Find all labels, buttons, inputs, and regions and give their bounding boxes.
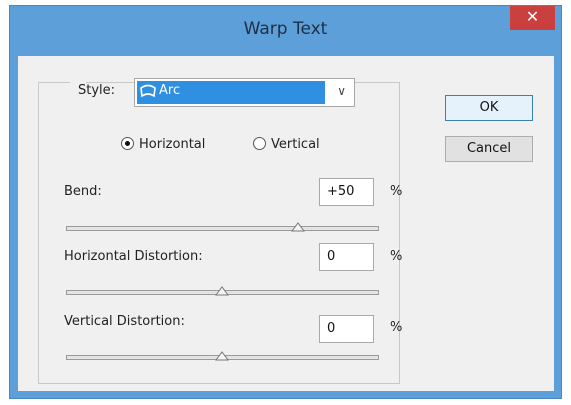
warp-text-dialog: Warp Text ✕ Style: Arc ∨ Horizontal Vert… (9, 5, 562, 399)
bend-input[interactable]: +50 (319, 178, 374, 206)
cancel-button[interactable]: Cancel (445, 136, 533, 162)
horizontal-distortion-label: Horizontal Distortion: (64, 249, 203, 264)
close-button[interactable]: ✕ (510, 6, 555, 30)
vertical-distortion-label: Vertical Distortion: (64, 314, 185, 329)
ok-button[interactable]: OK (445, 95, 533, 121)
vertical-distortion-slider-thumb[interactable] (215, 351, 229, 361)
bend-unit: % (390, 184, 403, 199)
radio-horizontal-label: Horizontal (139, 137, 206, 152)
radio-vertical[interactable]: Vertical (253, 137, 320, 152)
radio-horizontal-indicator[interactable] (121, 137, 134, 150)
radio-horizontal[interactable]: Horizontal (121, 137, 205, 152)
vertical-distortion-input[interactable]: 0 (319, 315, 374, 343)
vertical-distortion-unit: % (390, 320, 403, 335)
radio-vertical-indicator[interactable] (253, 137, 266, 150)
horizontal-distortion-unit: % (390, 249, 403, 264)
arc-icon (140, 84, 156, 98)
style-select[interactable]: Arc ∨ (134, 78, 355, 107)
dialog-body: Style: Arc ∨ Horizontal Vertical Bend: +… (18, 56, 554, 391)
style-value: Arc (159, 83, 181, 98)
chevron-down-icon[interactable]: ∨ (337, 84, 346, 98)
style-row: Style: Arc ∨ (70, 78, 355, 108)
horizontal-distortion-input[interactable]: 0 (319, 243, 374, 271)
vertical-distortion-slider[interactable] (66, 351, 379, 361)
horizontal-distortion-slider-thumb[interactable] (215, 286, 229, 296)
style-label: Style: (78, 83, 116, 98)
bend-slider[interactable] (66, 222, 379, 232)
dialog-title: Warp Text (243, 19, 328, 39)
bend-label: Bend: (64, 184, 102, 199)
title-bar[interactable]: Warp Text ✕ (10, 6, 561, 56)
radio-vertical-label: Vertical (271, 137, 320, 152)
horizontal-distortion-slider[interactable] (66, 286, 379, 296)
bend-slider-thumb[interactable] (291, 222, 305, 232)
